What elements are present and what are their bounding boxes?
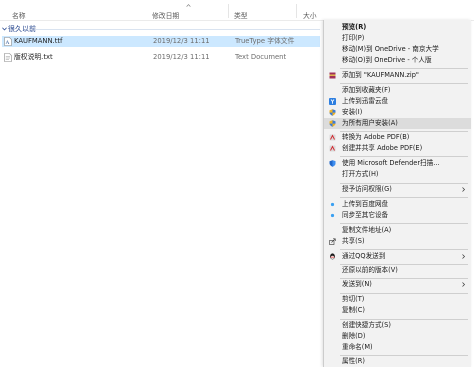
menu-item-label: 使用 Microsoft Defender扫描... <box>342 159 440 167</box>
menu-item-label: 上传到迅雷云盘 <box>342 97 389 105</box>
menu-item-label: 还原以前的版本(V) <box>342 266 398 274</box>
menu-item-send-via-qq[interactable]: 通过QQ发送到 <box>324 251 471 262</box>
baidu-netdisk-icon <box>330 202 335 207</box>
menu-item-install-all-users[interactable]: 为所有用户安装(A) <box>324 118 471 129</box>
menu-item-grant-access[interactable]: 授予访问权限(G) <box>324 184 471 195</box>
menu-item-add-favorites[interactable]: 添加到收藏夹(F) <box>324 85 471 96</box>
menu-separator <box>340 249 468 250</box>
menu-item-properties[interactable]: 属性(R) <box>324 356 471 367</box>
menu-item-label: 打开方式(H) <box>342 170 379 178</box>
menu-item-copy[interactable]: 复制(C) <box>324 305 471 316</box>
menu-item-create-share-pdf[interactable]: 创建并共享 Adobe PDF(E) <box>324 143 471 154</box>
menu-item-label: 属性(R) <box>342 357 365 365</box>
file-row[interactable]: 版权说明.txt 2019/12/3 11:11 Text Document <box>2 52 320 63</box>
column-divider[interactable] <box>228 4 229 18</box>
menu-item-label: 创建并共享 Adobe PDF(E) <box>342 144 423 152</box>
menu-separator <box>340 156 468 157</box>
menu-item-label: 移动(O)到 OneDrive - 个人版 <box>342 56 432 64</box>
file-type: Text Document <box>235 53 287 61</box>
menu-item-label: 为所有用户安装(A) <box>342 119 398 127</box>
menu-item-thunder-cloud[interactable]: 上传到迅雷云盘 <box>324 96 471 107</box>
shield-install-all-icon <box>329 120 336 127</box>
file-name: 版权说明.txt <box>14 53 53 61</box>
menu-item-label: 重命名(M) <box>342 343 373 351</box>
menu-item-create-shortcut[interactable]: 创建快捷方式(S) <box>324 320 471 331</box>
text-file-icon <box>4 53 12 62</box>
qq-icon <box>330 253 335 260</box>
menu-item-send-to[interactable]: 发送到(N) <box>324 279 471 290</box>
shield-install-icon <box>329 109 336 116</box>
chevron-right-icon <box>462 254 465 259</box>
menu-item-open-with[interactable]: 打开方式(H) <box>324 169 471 180</box>
column-date-header[interactable]: 修改日期 <box>152 10 179 20</box>
menu-item-label: 安装(I) <box>342 108 363 116</box>
menu-item-label: 剪切(T) <box>342 295 365 303</box>
adobe-share-pdf-icon <box>329 145 336 152</box>
group-header[interactable]: 很久以前 <box>0 24 320 34</box>
chevron-right-icon <box>462 282 465 287</box>
baidu-sync-icon <box>330 213 335 218</box>
svg-text:A: A <box>5 40 10 46</box>
file-type: TrueType 字体文件 <box>235 37 295 45</box>
menu-item-label: 授予访问权限(G) <box>342 185 392 193</box>
thunder-cloud-icon <box>329 98 336 105</box>
menu-item-label: 创建快捷方式(S) <box>342 321 391 329</box>
adobe-pdf-icon <box>329 134 336 141</box>
context-menu: 预览(R) 打印(P) 移动(M)到 OneDrive - 南京大学 移动(O)… <box>323 20 471 367</box>
menu-item-label: 转换为 Adobe PDF(B) <box>342 133 410 141</box>
menu-item-label: 添加到 "KAUFMANN.zip" <box>342 71 419 79</box>
menu-item-share[interactable]: 共享(S) <box>324 236 471 247</box>
font-file-icon: A <box>4 37 12 46</box>
menu-item-baidu-upload[interactable]: 上传到百度网盘 <box>324 199 471 210</box>
file-date: 2019/12/3 11:11 <box>153 53 210 61</box>
menu-item-label: 预览(R) <box>342 23 367 31</box>
menu-item-label: 复制文件地址(A) <box>342 226 392 234</box>
chevron-down-icon <box>2 27 7 31</box>
menu-item-convert-pdf[interactable]: 转换为 Adobe PDF(B) <box>324 132 471 143</box>
menu-separator <box>340 223 468 224</box>
menu-item-move-onedrive-nju[interactable]: 移动(M)到 OneDrive - 南京大学 <box>324 44 471 55</box>
menu-item-label: 发送到(N) <box>342 280 372 288</box>
menu-item-label: 共享(S) <box>342 237 365 245</box>
menu-item-add-to-zip[interactable]: 添加到 "KAUFMANN.zip" <box>324 70 471 81</box>
menu-item-label: 移动(M)到 OneDrive - 南京大学 <box>342 45 439 53</box>
defender-icon <box>329 160 336 167</box>
menu-separator <box>340 83 468 84</box>
menu-item-copy-path[interactable]: 复制文件地址(A) <box>324 225 471 236</box>
group-divider <box>36 29 320 30</box>
menu-item-install[interactable]: 安装(I) <box>324 107 471 118</box>
menu-item-cut[interactable]: 剪切(T) <box>324 294 471 305</box>
column-size-header[interactable]: 大小 <box>303 10 317 20</box>
column-name-header[interactable]: 名称 <box>12 10 26 20</box>
column-header: 名称 修改日期 类型 大小 <box>0 0 474 21</box>
share-icon <box>329 238 336 245</box>
menu-item-print[interactable]: 打印(P) <box>324 33 471 44</box>
column-type-header[interactable]: 类型 <box>234 10 248 20</box>
menu-item-defender-scan[interactable]: 使用 Microsoft Defender扫描... <box>324 158 471 169</box>
file-row[interactable]: A KAUFMANN.ttf 2019/12/3 11:11 TrueType … <box>2 36 320 47</box>
column-divider[interactable] <box>296 4 297 18</box>
file-date: 2019/12/3 11:11 <box>153 37 210 45</box>
menu-item-label: 复制(C) <box>342 306 365 314</box>
menu-item-label: 上传到百度网盘 <box>342 200 389 208</box>
menu-item-restore-versions[interactable]: 还原以前的版本(V) <box>324 265 471 276</box>
menu-item-label: 添加到收藏夹(F) <box>342 86 391 94</box>
winrar-icon <box>329 72 336 79</box>
group-label: 很久以前 <box>8 25 36 33</box>
chevron-right-icon <box>462 187 465 192</box>
menu-item-label: 打印(P) <box>342 34 365 42</box>
menu-item-move-onedrive-personal[interactable]: 移动(O)到 OneDrive - 个人版 <box>324 55 471 66</box>
menu-item-baidu-sync[interactable]: 同步至其它设备 <box>324 210 471 221</box>
menu-item-label: 通过QQ发送到 <box>342 252 386 260</box>
menu-separator <box>340 68 468 69</box>
file-name: KAUFMANN.ttf <box>14 37 63 45</box>
menu-item-label: 删除(D) <box>342 332 366 340</box>
menu-item-label: 同步至其它设备 <box>342 211 389 219</box>
menu-separator <box>340 197 468 198</box>
menu-item-rename[interactable]: 重命名(M) <box>324 342 471 353</box>
sort-up-icon <box>186 4 191 7</box>
menu-item-preview[interactable]: 预览(R) <box>324 22 471 33</box>
menu-item-delete[interactable]: 删除(D) <box>324 331 471 342</box>
